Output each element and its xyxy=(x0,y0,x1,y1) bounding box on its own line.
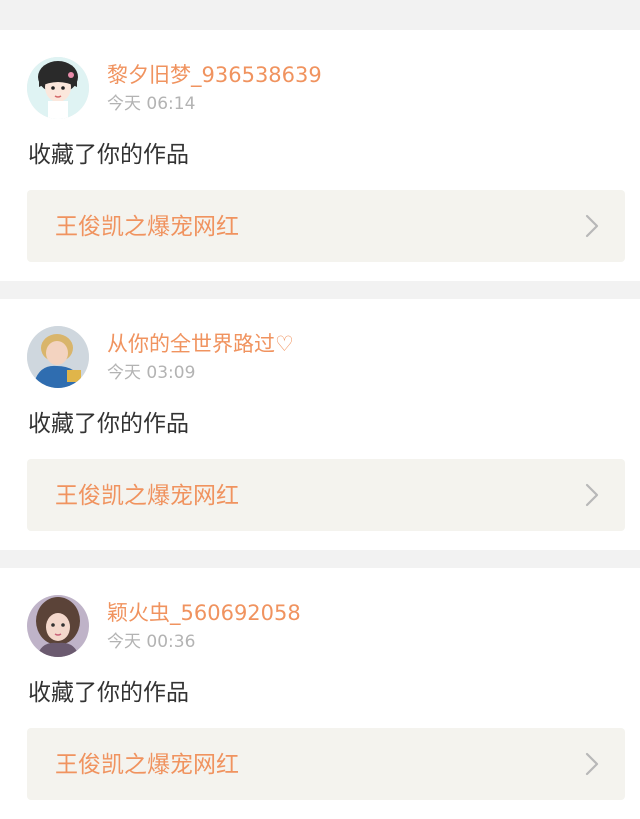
notification-card: 从你的全世界路过♡ 今天 03:09 收藏了你的作品 王俊凯之爆宠网红 xyxy=(0,299,640,550)
timestamp: 今天 00:36 xyxy=(107,632,196,652)
user-avatar[interactable] xyxy=(27,57,89,119)
username[interactable]: 从你的全世界路过♡ xyxy=(107,331,294,357)
chevron-right-icon xyxy=(585,214,599,238)
avatar-illustration-icon xyxy=(27,57,89,119)
work-link[interactable]: 王俊凯之爆宠网红 xyxy=(27,459,625,531)
avatar-photo-icon xyxy=(27,326,89,388)
work-link[interactable]: 王俊凯之爆宠网红 xyxy=(27,190,625,262)
card-separator xyxy=(0,550,640,568)
notification-card: 颖火虫_560692058 今天 00:36 收藏了你的作品 王俊凯之爆宠网红 xyxy=(0,568,640,819)
username[interactable]: 颖火虫_560692058 xyxy=(107,600,301,626)
work-link[interactable]: 王俊凯之爆宠网红 xyxy=(27,728,625,800)
notification-feed: 黎夕旧梦_936538639 今天 06:14 收藏了你的作品 王俊凯之爆宠网红… xyxy=(0,0,640,819)
action-text: 收藏了你的作品 xyxy=(28,142,189,168)
chevron-right-icon xyxy=(585,752,599,776)
card-separator xyxy=(0,281,640,299)
work-title: 王俊凯之爆宠网红 xyxy=(55,752,239,778)
user-avatar[interactable] xyxy=(27,326,89,388)
avatar-photo-icon xyxy=(27,595,89,657)
timestamp: 今天 06:14 xyxy=(107,94,196,114)
action-text: 收藏了你的作品 xyxy=(28,680,189,706)
username[interactable]: 黎夕旧梦_936538639 xyxy=(107,62,322,88)
notification-card: 黎夕旧梦_936538639 今天 06:14 收藏了你的作品 王俊凯之爆宠网红 xyxy=(0,30,640,281)
work-title: 王俊凯之爆宠网红 xyxy=(55,483,239,509)
chevron-right-icon xyxy=(585,483,599,507)
action-text: 收藏了你的作品 xyxy=(28,411,189,437)
user-avatar[interactable] xyxy=(27,595,89,657)
timestamp: 今天 03:09 xyxy=(107,363,196,383)
work-title: 王俊凯之爆宠网红 xyxy=(55,214,239,240)
feed-top-spacer xyxy=(0,0,640,30)
